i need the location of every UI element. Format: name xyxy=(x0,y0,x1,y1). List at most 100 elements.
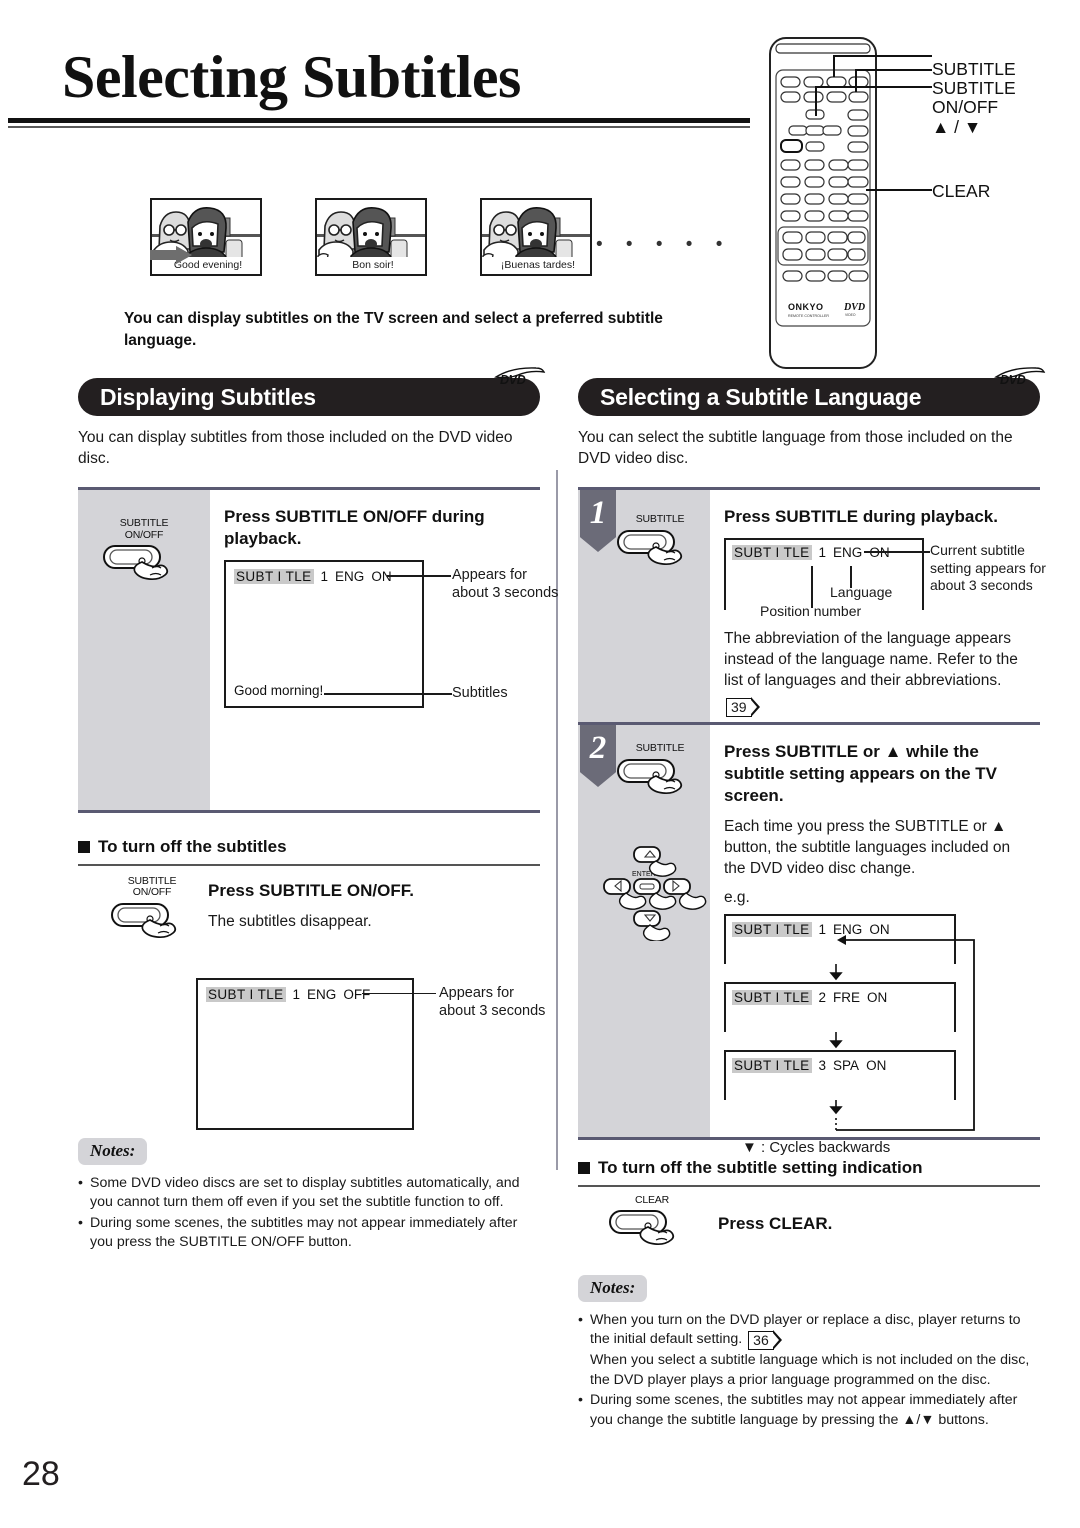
tv-screen-osd: SUBT I TLE 1 ENG OFF xyxy=(196,977,414,1130)
page-number: 28 xyxy=(22,1455,60,1493)
dvd-badge-icon: DVD xyxy=(494,361,546,387)
page-reference[interactable]: 36 xyxy=(748,1330,782,1351)
osd-line: SUBT I TLE1ENGON xyxy=(234,569,392,585)
flow-arrow-icon xyxy=(150,246,192,264)
right-column: Selecting a Subtitle Language DVD You ca… xyxy=(578,367,1046,1431)
note-item: Some DVD video discs are set to display … xyxy=(78,1174,540,1213)
leader-line xyxy=(362,992,436,995)
osd-position: 3 xyxy=(818,1058,827,1073)
osd-label-language: Language xyxy=(830,584,893,600)
notes-label: Notes: xyxy=(578,1274,648,1302)
right-step1-block: 1 SUBTITLE Press SUBTITLE during playbac… xyxy=(578,487,1046,725)
cycle-loop-line xyxy=(836,935,975,1131)
leader-line xyxy=(324,693,452,695)
svg-text:DVD: DVD xyxy=(843,302,865,313)
notes-label: Notes: xyxy=(78,1137,148,1165)
step-detail-text: Each time you press the SUBTITLE or ▲ bu… xyxy=(724,818,1011,877)
step-body: Press SUBTITLE ON/OFF during playback. S… xyxy=(210,490,558,810)
osd-tag: SUBT I TLE xyxy=(732,1058,812,1073)
step-instruction: Press SUBTITLE during playback. xyxy=(724,507,998,526)
remote-callout-clear: CLEAR xyxy=(932,181,991,201)
comic-caption: ¡Buenas tardes! xyxy=(482,257,590,274)
step-number-badge: 1 xyxy=(580,490,616,552)
button-caption-subtitle-onoff: SUBTITLE ON/OFF xyxy=(119,517,169,541)
button-press-icon xyxy=(609,1210,675,1246)
left-notes-block: Notes: Some DVD video discs are set to d… xyxy=(78,1137,540,1253)
comic-caption: Bon soir! xyxy=(317,257,425,274)
page-title: Selecting Subtitles xyxy=(62,44,521,110)
osd-position: 2 xyxy=(818,990,827,1005)
osd-line: SUBT I TLE1ENGON xyxy=(732,545,890,561)
osd-tag: SUBT I TLE xyxy=(732,922,812,937)
page-reference[interactable]: 39 xyxy=(726,697,760,718)
dvd-badge-text: DVD xyxy=(500,373,526,387)
svg-text:REMOTE CONTROLLER: REMOTE CONTROLLER xyxy=(788,314,829,318)
dvd-badge-text: DVD xyxy=(1000,373,1026,387)
remote-callout-updown: ▲ / ▼ xyxy=(932,117,982,137)
intro-paragraph: You can display subtitles on the TV scre… xyxy=(124,310,663,349)
step-instruction: Press SUBTITLE or ▲ while the subtitle s… xyxy=(724,742,997,805)
button-caption-subtitle-onoff: SUBTITLE ON/OFF xyxy=(127,874,177,898)
remote-callout-subtitle-onoff-b: ON/OFF xyxy=(932,97,999,117)
note-subtext: When you select a subtitle language whic… xyxy=(590,1352,1030,1388)
manual-page: Selecting Subtitles Good evening! Bon so… xyxy=(0,0,1080,1528)
button-press-icon xyxy=(617,529,683,565)
subtitle-cycle-diagram: SUBT I TLE1ENGON SUBT I TLE2FREON xyxy=(724,914,1044,1164)
dvd-badge-icon: DVD xyxy=(994,361,1046,387)
osd-tag: SUBT I TLE xyxy=(234,569,314,584)
comic-ellipsis: • • • • • xyxy=(596,234,732,255)
leader-line xyxy=(387,575,451,577)
button-caption-clear: CLEAR xyxy=(634,1193,669,1206)
step-body: Press SUBTITLE or ▲ while the subtitle s… xyxy=(710,725,1044,1156)
osd-position: 1 xyxy=(320,569,329,584)
callout-current-subtitle-setting: Current subtitle setting appears for abo… xyxy=(930,542,1046,593)
note-item: During some scenes, the subtitles may no… xyxy=(578,1391,1040,1430)
subsection-heading-text: To turn off the subtitles xyxy=(98,837,287,856)
bullet-square-icon xyxy=(578,1162,590,1174)
left-column: Displaying Subtitles DVD You can display… xyxy=(78,367,558,1254)
dpad-cursor-buttons-icon: ENTER xyxy=(603,846,707,942)
leader-line xyxy=(864,551,930,553)
step-body: Press SUBTITLE during playback. SUBT I T… xyxy=(710,490,1046,722)
subsection-heading-turn-off-subtitles: To turn off the subtitles xyxy=(78,837,540,857)
section-description: You can display subtitles from those inc… xyxy=(78,429,513,467)
comic-panel: Good evening! xyxy=(150,198,262,276)
osd-position: 1 xyxy=(292,986,301,1002)
left-turnoff-block: To turn off the subtitles SUBTITLE ON/OF… xyxy=(78,837,545,1136)
right-turnoff-block: To turn off the subtitle setting indicat… xyxy=(578,1158,1040,1273)
note-item: During some scenes, the subtitles may no… xyxy=(78,1214,540,1253)
step-detail-text: The subtitles disappear. xyxy=(208,912,372,930)
subsection-rule xyxy=(578,1185,1040,1187)
osd-tag: SUBT I TLE xyxy=(732,990,812,1005)
step-gutter: 1 SUBTITLE xyxy=(578,490,710,722)
right-step2-block: 2 SUBTITLE ENTER Press SUBTITLE or ▲ whi… xyxy=(578,725,1044,1156)
osd-line: SUBT I TLE 1 ENG OFF xyxy=(206,986,370,1003)
comic-panel: Bon soir! xyxy=(315,198,427,276)
osd-detail-box: SUBT I TLE1ENGON Language Position numbe… xyxy=(724,538,924,619)
step-rule xyxy=(78,810,540,813)
title-rule-thick xyxy=(8,118,750,123)
step-instruction: Press SUBTITLE ON/OFF during playback. xyxy=(224,507,485,548)
note-text: When you turn on the DVD player or repla… xyxy=(590,1311,1021,1348)
button-press-icon xyxy=(617,758,683,794)
section-title: Displaying Subtitles xyxy=(100,384,316,410)
section-title: Selecting a Subtitle Language xyxy=(600,384,922,410)
bullet-square-icon xyxy=(78,841,90,853)
right-notes-block: Notes: When you turn on the DVD player o… xyxy=(578,1274,1040,1431)
step-instruction: Press SUBTITLE ON/OFF. xyxy=(208,880,414,900)
button-press-icon xyxy=(103,545,169,581)
remote-control-illustration: ONKYO REMOTE CONTROLLER DVD VIDEO SUBTIT… xyxy=(766,30,1080,375)
svg-text:VIDEO: VIDEO xyxy=(845,313,856,317)
osd-language: ENG xyxy=(335,569,365,584)
section-description: You can select the subtitle language fro… xyxy=(578,429,1013,467)
callout-subtitles: Subtitles xyxy=(452,685,508,701)
example-label: e.g. xyxy=(724,889,750,906)
left-step-block: SUBTITLE ON/OFF Press SUBTITLE ON/OFF du… xyxy=(78,487,558,813)
svg-text:ONKYO: ONKYO xyxy=(788,302,824,312)
title-rule-thin xyxy=(8,126,750,128)
step-number-badge: 2 xyxy=(580,725,616,787)
osd-tag: SUBT I TLE xyxy=(206,986,286,1002)
osd-position: 1 xyxy=(818,545,827,560)
osd-subtitle-text: Good morning! xyxy=(234,683,324,698)
tv-screen-osd: SUBT I TLE 1 ENG ON Good morning! xyxy=(224,560,424,708)
